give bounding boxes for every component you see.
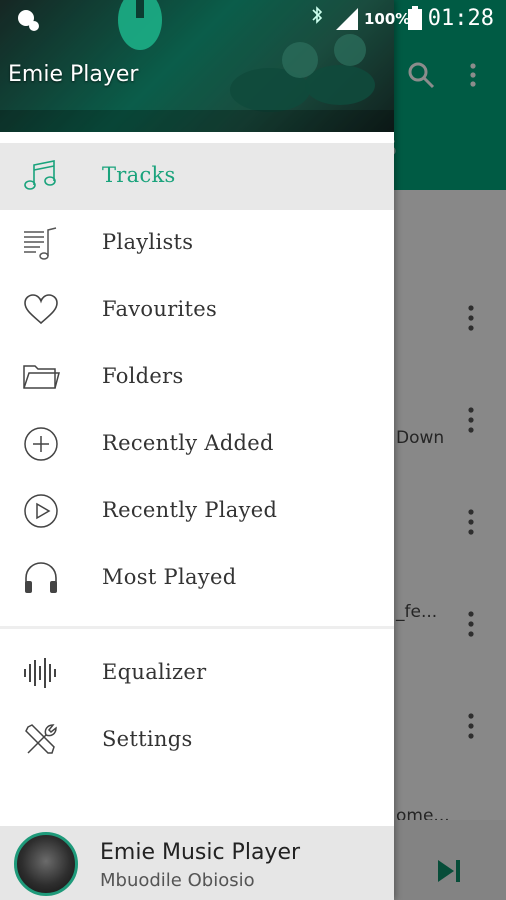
now-playing-bar[interactable]: Emie Music Player Mbuodile Obiosio [0,826,394,900]
status-bar: 100% 01:28 [0,0,506,38]
menu-item-label: Tracks [102,163,176,187]
menu-item-label: Settings [102,727,193,751]
menu-divider [0,626,394,629]
menu-item-folders[interactable]: Folders [0,344,394,411]
play-circle-icon [24,494,58,528]
menu-item-label: Recently Added [102,431,274,455]
notification-icon [18,10,39,31]
menu-item-label: Most Played [102,565,237,589]
menu-item-tracks[interactable]: Tracks [0,143,394,210]
signal-icon [336,8,358,30]
menu-item-label: Recently Played [102,498,278,522]
now-playing-artist: Mbuodile Obiosio [100,870,255,891]
album-art [14,832,78,896]
music-note-icon [24,160,56,190]
tools-icon [25,724,57,754]
now-playing-title: Emie Music Player [100,840,301,865]
menu-item-settings[interactable]: Settings [0,707,394,774]
clock: 01:28 [427,6,494,31]
playlist-icon [24,227,57,260]
equalizer-icon [24,658,56,688]
menu-item-playlists[interactable]: Playlists [0,210,394,277]
menu-item-label: Folders [102,364,184,388]
battery-icon [408,6,422,30]
bluetooth-icon [312,6,323,24]
battery-percent: 100% [364,10,411,28]
navigation-drawer: Emie Player Tracks Playlists Favourites … [0,0,394,900]
plus-circle-icon [24,427,58,461]
drawer-title: Emie Player [8,62,139,87]
menu-item-most-played[interactable]: Most Played [0,545,394,612]
heart-icon [24,294,58,325]
menu-item-label: Playlists [102,230,194,254]
headphones-icon [25,562,57,593]
folder-icon [23,365,60,389]
menu-item-label: Equalizer [102,660,207,684]
menu-item-recently-played[interactable]: Recently Played [0,478,394,545]
menu-item-recently-added[interactable]: Recently Added [0,411,394,478]
menu-item-label: Favourites [102,297,218,321]
menu-item-equalizer[interactable]: Equalizer [0,640,394,707]
menu-item-favourites[interactable]: Favourites [0,277,394,344]
